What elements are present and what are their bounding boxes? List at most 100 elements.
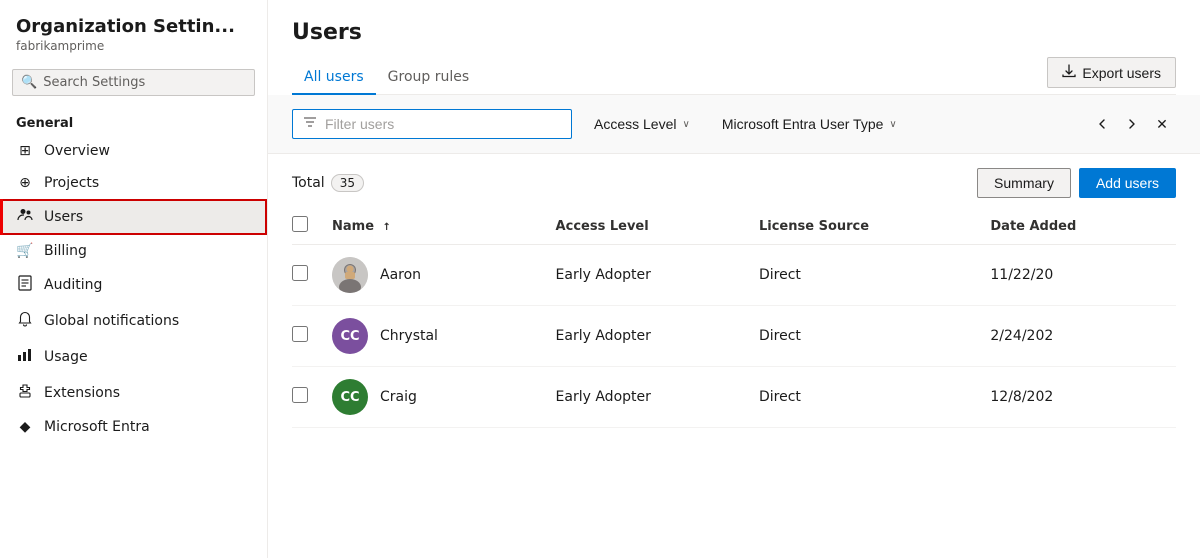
projects-icon: ⊕ (16, 175, 34, 191)
license-source-cell: Direct (759, 306, 990, 367)
sidebar-nav: ⊞ Overview ⊕ Projects Users 🛒 Billing (0, 135, 267, 443)
search-settings-input[interactable]: 🔍 Search Settings (12, 69, 255, 96)
total-label: Total 35 (292, 174, 364, 192)
sidebar-header: Organization Settin... fabrikamprime (0, 0, 267, 61)
search-icon: 🔍 (21, 75, 37, 90)
entra-icon: ◆ (16, 419, 34, 435)
name-column-header[interactable]: Name ↑ (332, 208, 556, 245)
user-name: Chrystal (380, 328, 438, 344)
summary-button[interactable]: Summary (977, 168, 1071, 198)
close-filter-button[interactable]: ✕ (1148, 110, 1176, 138)
sidebar-item-label: Usage (44, 349, 88, 365)
sidebar-item-label: Global notifications (44, 313, 179, 329)
sidebar-item-label: Projects (44, 175, 99, 191)
user-name: Aaron (380, 267, 421, 283)
table-row: CC Craig Early Adopter Direct 12/8/202 (292, 367, 1176, 428)
sidebar-item-label: Billing (44, 243, 87, 259)
download-icon (1062, 64, 1076, 81)
row-checkbox[interactable] (292, 265, 308, 281)
page-title: Users (292, 20, 1176, 45)
table-header-row: Name ↑ Access Level License Source Date … (292, 208, 1176, 245)
sidebar-item-usage[interactable]: Usage (0, 339, 267, 375)
sidebar-item-users[interactable]: Users (0, 199, 267, 235)
sidebar-item-projects[interactable]: ⊕ Projects (0, 167, 267, 199)
date-added-cell: 2/24/202 (990, 306, 1176, 367)
general-section-label: General (0, 108, 267, 135)
license-source-cell: Direct (759, 245, 990, 306)
access-level-cell: Early Adopter (556, 306, 759, 367)
row-select-cell (292, 245, 332, 306)
sidebar-item-extensions[interactable]: Extensions (0, 375, 267, 411)
sidebar-item-overview[interactable]: ⊞ Overview (0, 135, 267, 167)
users-toolbar: Total 35 Summary Add users (292, 154, 1176, 208)
sidebar: Organization Settin... fabrikamprime 🔍 S… (0, 0, 268, 558)
access-level-dropdown[interactable]: Access Level ∨ (584, 111, 700, 137)
tab-all-users[interactable]: All users (292, 61, 376, 95)
avatar (332, 257, 368, 293)
avatar: CC (332, 318, 368, 354)
main-header: Users All users Group rules Export users (268, 0, 1200, 95)
chevron-down-icon: ∨ (682, 119, 689, 130)
table-row: Aaron Early Adopter Direct 11/22/20 (292, 245, 1176, 306)
overview-icon: ⊞ (16, 143, 34, 159)
sidebar-item-billing[interactable]: 🛒 Billing (0, 235, 267, 267)
sidebar-item-global-notifications[interactable]: Global notifications (0, 303, 267, 339)
tabs-container: All users Group rules (292, 61, 481, 94)
row-checkbox[interactable] (292, 387, 308, 403)
sidebar-item-label: Users (44, 209, 83, 225)
total-count-badge: 35 (331, 174, 364, 192)
date-added-cell: 12/8/202 (990, 367, 1176, 428)
export-users-button[interactable]: Export users (1047, 57, 1176, 88)
notifications-icon (16, 311, 34, 331)
access-level-column-header: Access Level (556, 208, 759, 245)
tab-group-rules[interactable]: Group rules (376, 61, 482, 95)
next-filter-button[interactable] (1118, 110, 1146, 138)
sort-ascending-icon: ↑ (383, 222, 391, 233)
row-select-cell (292, 306, 332, 367)
add-users-button[interactable]: Add users (1079, 168, 1176, 198)
toolbar-actions: Summary Add users (977, 168, 1176, 198)
auditing-icon (16, 275, 34, 295)
main-content: Users All users Group rules Export users (268, 0, 1200, 558)
date-added-column-header: Date Added (990, 208, 1176, 245)
user-cell: CC Craig (332, 379, 544, 415)
chevron-down-icon: ∨ (889, 119, 896, 130)
search-placeholder-text: Search Settings (43, 75, 145, 90)
users-table: Name ↑ Access Level License Source Date … (292, 208, 1176, 428)
access-level-cell: Early Adopter (556, 367, 759, 428)
name-cell: CC Chrystal (332, 306, 556, 367)
users-icon (16, 207, 34, 227)
row-checkbox[interactable] (292, 326, 308, 342)
date-added-cell: 11/22/20 (990, 245, 1176, 306)
filter-input-wrap[interactable] (292, 109, 572, 139)
sidebar-item-label: Overview (44, 143, 110, 159)
table-row: CC Chrystal Early Adopter Direct 2/24/20… (292, 306, 1176, 367)
usage-icon (16, 347, 34, 367)
sidebar-item-label: Auditing (44, 277, 102, 293)
filter-bar: Access Level ∨ Microsoft Entra User Type… (268, 95, 1200, 154)
billing-icon: 🛒 (16, 243, 34, 259)
users-area: Total 35 Summary Add users Name ↑ Acc (268, 154, 1200, 558)
org-subtitle: fabrikamprime (16, 39, 251, 53)
license-source-column-header: License Source (759, 208, 990, 245)
previous-filter-button[interactable] (1088, 110, 1116, 138)
access-level-cell: Early Adopter (556, 245, 759, 306)
name-cell: Aaron (332, 245, 556, 306)
user-cell: Aaron (332, 257, 544, 293)
sidebar-item-label: Microsoft Entra (44, 419, 150, 435)
filter-icon (303, 115, 317, 133)
tabs-row: All users Group rules Export users (292, 57, 1176, 95)
user-type-dropdown[interactable]: Microsoft Entra User Type ∨ (712, 111, 907, 137)
avatar: CC (332, 379, 368, 415)
org-title: Organization Settin... (16, 16, 251, 37)
sidebar-item-microsoft-entra[interactable]: ◆ Microsoft Entra (0, 411, 267, 443)
license-source-cell: Direct (759, 367, 990, 428)
name-cell: CC Craig (332, 367, 556, 428)
sidebar-item-auditing[interactable]: Auditing (0, 267, 267, 303)
select-all-checkbox[interactable] (292, 216, 308, 232)
extensions-icon (16, 383, 34, 403)
row-select-cell (292, 367, 332, 428)
user-name: Craig (380, 389, 417, 405)
select-all-header (292, 208, 332, 245)
filter-users-input[interactable] (325, 116, 561, 132)
